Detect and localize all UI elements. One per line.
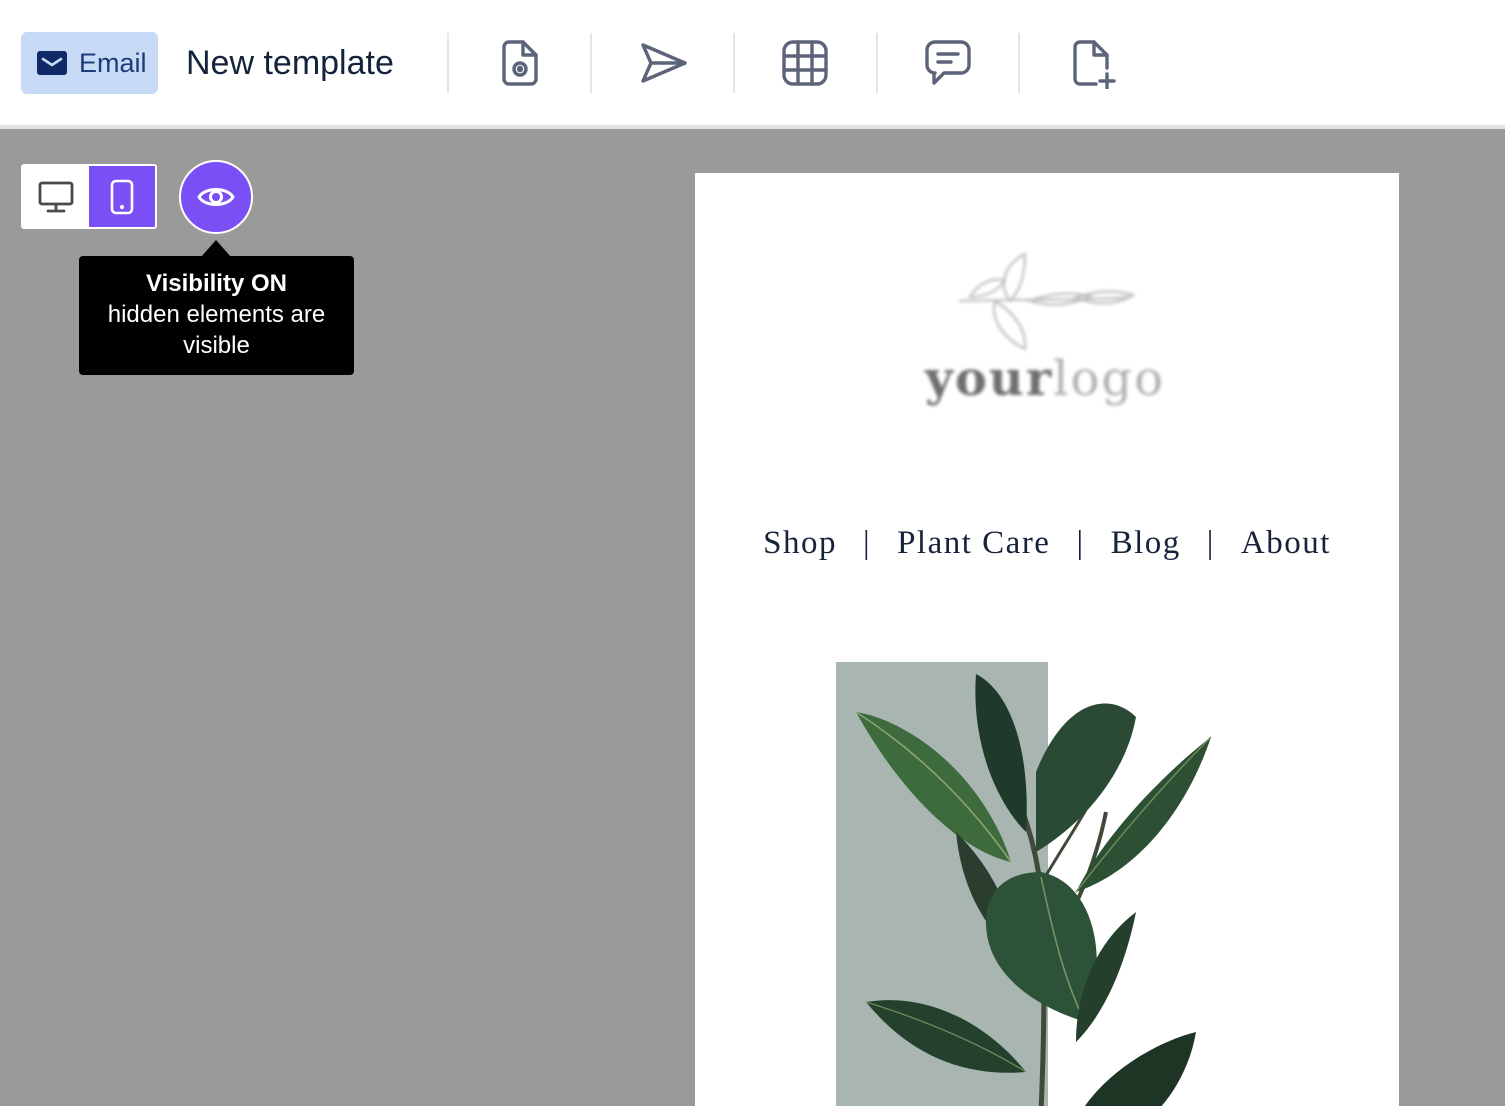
toolbar-divider (447, 33, 449, 93)
nav-link-plant-care[interactable]: Plant Care (897, 525, 1050, 561)
mobile-icon (110, 179, 134, 214)
toolbar-divider (1018, 33, 1020, 93)
send-button[interactable] (633, 33, 693, 93)
logo-wordmark: yourlogo (915, 355, 1175, 403)
email-nav-menu: Shop | Plant Care | Blog | About (695, 525, 1399, 562)
nav-separator: | (1206, 525, 1215, 561)
email-preview-canvas[interactable]: yourlogo Shop | Plant Care | Blog | About (695, 173, 1399, 1106)
new-file-icon (1073, 40, 1116, 89)
nav-link-about[interactable]: About (1241, 525, 1331, 561)
comments-button[interactable] (918, 33, 978, 93)
send-icon (641, 43, 687, 83)
device-toggle (21, 164, 157, 229)
hero-plant-image[interactable] (836, 662, 1256, 1106)
visibility-tooltip: Visibility ON hidden elements are visibl… (79, 256, 354, 375)
logo-word-logo: logo (1053, 351, 1165, 407)
toolbar-divider (590, 33, 592, 93)
tooltip-title: Visibility ON (146, 270, 287, 297)
mobile-view-button[interactable] (89, 166, 155, 227)
channel-label: Email (79, 47, 147, 78)
eye-icon (197, 188, 235, 206)
desktop-icon (38, 181, 74, 212)
new-template-button[interactable] (1062, 33, 1122, 93)
toolbar-divider (733, 33, 735, 93)
preview-button[interactable] (490, 33, 550, 93)
grid-icon (782, 40, 828, 86)
nav-link-blog[interactable]: Blog (1111, 525, 1181, 561)
envelope-icon (37, 51, 67, 75)
email-channel-chip[interactable]: Email (21, 32, 158, 94)
desktop-view-button[interactable] (23, 166, 89, 227)
visibility-toggle-button[interactable] (179, 160, 253, 234)
layout-grid-button[interactable] (775, 33, 835, 93)
tooltip-arrow (201, 240, 231, 257)
toolbar-divider (876, 33, 878, 93)
top-toolbar: Email New template (0, 0, 1505, 129)
nav-separator: | (1076, 525, 1085, 561)
preview-file-icon (502, 40, 538, 86)
nav-separator: | (862, 525, 872, 561)
logo-block[interactable]: yourlogo (915, 251, 1175, 421)
leaf-logo-icon (958, 252, 1135, 351)
comment-icon (925, 40, 971, 85)
logo-word-your: your (925, 351, 1054, 407)
tooltip-body: hidden elements are visible (107, 301, 326, 359)
template-name[interactable]: New template (186, 40, 394, 86)
nav-link-shop[interactable]: Shop (763, 525, 837, 561)
